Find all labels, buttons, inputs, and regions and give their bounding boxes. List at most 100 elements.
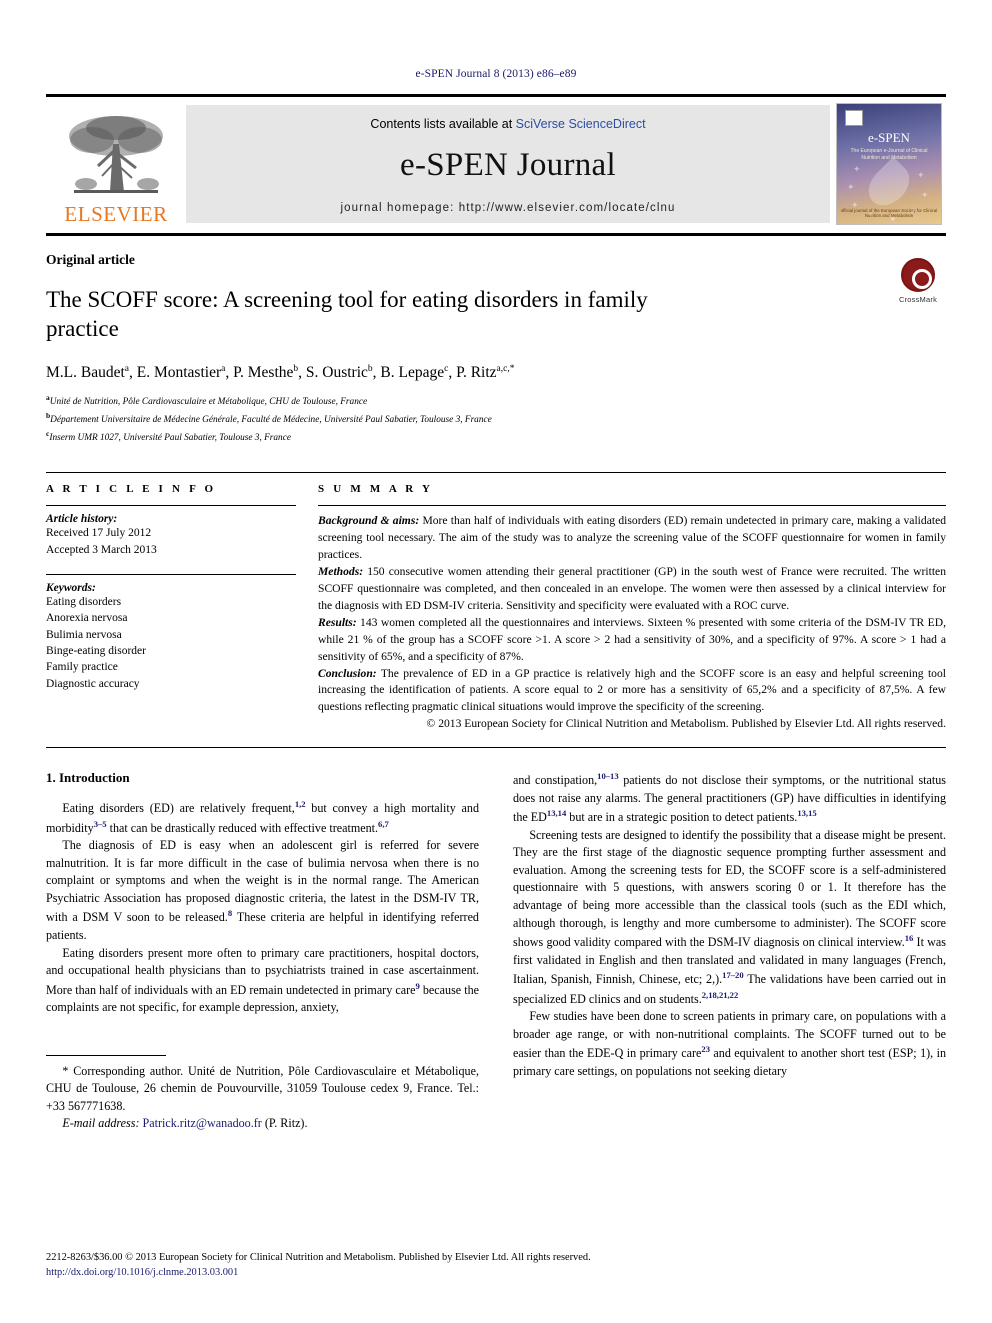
corresponding-author-footnote: * Corresponding author. Unité de Nutriti…: [46, 1054, 479, 1133]
page-footer: 2212-8263/$36.00 © 2013 European Society…: [46, 1250, 946, 1281]
cover-elsevier-mark-icon: [845, 110, 863, 126]
abstract-lead: Conclusion:: [318, 666, 377, 680]
abstract-text: The prevalence of ED in a GP practice is…: [318, 666, 946, 714]
email-suffix: (P. Ritz).: [261, 1116, 308, 1131]
journal-cover-thumbnail: e-SPEN The European e-Journal of Clinica…: [836, 103, 942, 225]
author-affiliation-mark: b: [293, 364, 299, 375]
body-paragraph: Eating disorders present more often to p…: [46, 945, 479, 1015]
author-item: B. Lepagec,: [380, 364, 457, 382]
citation-ref[interactable]: 8: [228, 908, 232, 918]
article-type-kicker: Original article: [46, 252, 135, 267]
keyword-item: Diagnostic accuracy: [46, 677, 140, 690]
author-affiliation-mark: b: [367, 364, 373, 375]
footnote-email-line: E-mail address: Patrick.ritz@wanadoo.fr …: [46, 1115, 479, 1133]
body-column-right: and constipation,10–13 patients do not d…: [513, 770, 946, 1133]
author-affiliation-mark: a: [221, 364, 226, 375]
summary-column: S U M M A R Y Background & aims: More th…: [318, 483, 946, 733]
author-item: P. Ritza,c,*: [456, 364, 515, 382]
author-item: M.L. Baudeta,: [46, 364, 137, 382]
journal-masthead: ELSEVIER Contents lists available at Sci…: [46, 94, 946, 236]
abstract-body: Background & aims: More than half of ind…: [318, 513, 946, 733]
journal-title: e-SPEN Journal: [400, 146, 616, 183]
author-item: P. Mestheb,: [233, 364, 306, 382]
cover-artwork: e-SPEN The European e-Journal of Clinica…: [837, 104, 941, 224]
article-body: 1. Introduction Eating disorders (ED) ar…: [46, 770, 946, 1133]
sciencedirect-link[interactable]: SciVerse ScienceDirect: [516, 117, 646, 131]
contents-prefix-text: Contents lists available at: [370, 116, 516, 131]
affiliation-text: Unité de Nutrition, Pôle Cardiovasculair…: [49, 397, 368, 408]
author-item: E. Montastiera,: [136, 364, 234, 382]
abstract-paragraph: Background & aims: More than half of ind…: [318, 513, 946, 564]
homepage-label: journal homepage:: [340, 201, 455, 214]
affiliation-text: Département Universitaire de Médecine Gé…: [50, 415, 492, 426]
keyword-item: Eating disorders: [46, 595, 122, 608]
citation-ref[interactable]: 13,15: [797, 808, 816, 818]
citation-ref[interactable]: 9: [415, 981, 419, 991]
abstract-text: 143 women completed all the questionnair…: [318, 615, 946, 663]
article-title: The SCOFF score: A screening tool for ea…: [46, 287, 648, 341]
elsevier-wordmark: ELSEVIER: [64, 202, 168, 226]
affiliation-list: aUnité de Nutrition, Pôle Cardiovasculai…: [46, 392, 946, 446]
keyword-item: Family practice: [46, 661, 118, 674]
article-history-item: Received 17 July 2012: [46, 527, 152, 540]
abstract-lead: Background & aims:: [318, 514, 420, 528]
body-paragraph: Screening tests are designed to identify…: [513, 827, 946, 1006]
issn-copyright-line: 2212-8263/$36.00 © 2013 European Society…: [46, 1251, 591, 1263]
article-info-rule: [46, 505, 296, 507]
body-column-left: 1. Introduction Eating disorders (ED) ar…: [46, 770, 479, 1133]
abstract-paragraph: Methods: 150 consecutive women attending…: [318, 564, 946, 615]
citation-ref[interactable]: 17–20: [722, 970, 743, 980]
affiliation-text: Inserm UMR 1027, Université Paul Sabatie…: [49, 433, 291, 444]
keywords-rule: [46, 573, 296, 575]
footnote-corresponding-text: * Corresponding author. Unité de Nutriti…: [46, 1063, 479, 1113]
crossmark-badge[interactable]: CrossMark: [890, 258, 946, 304]
affiliation-item: bDépartement Universitaire de Médecine G…: [46, 410, 946, 428]
body-paragraph: Eating disorders (ED) are relatively fre…: [46, 799, 479, 835]
abstract-lead: Methods:: [318, 564, 364, 578]
affiliation-item: aUnité de Nutrition, Pôle Cardiovasculai…: [46, 392, 946, 410]
summary-heading: S U M M A R Y: [318, 483, 434, 496]
abstract-copyright: © 2013 European Society for Clinical Nut…: [318, 716, 947, 733]
cover-title: e-SPEN: [868, 130, 910, 145]
section-heading-introduction: 1. Introduction: [46, 770, 130, 786]
keyword-item: Anorexia nervosa: [46, 612, 128, 625]
citation-ref[interactable]: 3–5: [94, 819, 107, 829]
citation-ref[interactable]: 10–13: [597, 771, 618, 781]
keywords-title: Keywords:: [46, 581, 96, 594]
email-label: E-mail address:: [62, 1116, 140, 1131]
elsevier-logo: ELSEVIER: [46, 97, 186, 233]
keyword-item: Bulimia nervosa: [46, 628, 122, 641]
abstract-copyright-text: © 2013 European Society for Clinical Nut…: [426, 717, 947, 731]
citation-ref[interactable]: 16: [905, 933, 914, 943]
article-history-item: Accepted 3 March 2013: [46, 543, 157, 556]
abstract-paragraph: Results: 143 women completed all the que…: [318, 615, 946, 666]
citation-ref[interactable]: 6,7: [378, 819, 389, 829]
abstract-lead: Results:: [318, 615, 357, 629]
abstract-paragraph: Conclusion: The prevalence of ED in a GP…: [318, 666, 946, 717]
citation-ref[interactable]: 2,18,21,22: [702, 990, 739, 1000]
homepage-url[interactable]: http://www.elsevier.com/locate/clnu: [459, 202, 676, 214]
cover-footer-text: official journal of the European Society…: [840, 207, 938, 219]
abstract-text: 150 consecutive women attending their ge…: [318, 564, 946, 612]
doi-link[interactable]: http://dx.doi.org/10.1016/j.clnme.2013.0…: [46, 1265, 946, 1281]
article-header: Original article The SCOFF score: A scre…: [46, 252, 946, 446]
citation-ref[interactable]: 1,2: [295, 799, 306, 809]
footnote-rule: [46, 1054, 166, 1056]
article-info-summary-box: A R T I C L E I N F O Article history: R…: [46, 472, 946, 749]
author-affiliation-mark: a,c,*: [496, 364, 515, 375]
author-affiliation-mark: c: [444, 364, 449, 375]
crossmark-icon: [901, 258, 935, 292]
summary-rule: [318, 505, 946, 507]
article-info-column: A R T I C L E I N F O Article history: R…: [46, 483, 296, 733]
journal-banner: Contents lists available at SciVerse Sci…: [186, 105, 830, 223]
citation-ref[interactable]: 23: [701, 1044, 710, 1054]
keywords-block: Keywords: Eating disorders Anorexia nerv…: [46, 573, 296, 692]
elsevier-tree-icon: [69, 116, 163, 193]
citation-ref[interactable]: 13,14: [547, 808, 566, 818]
article-history-title: Article history:: [46, 513, 118, 526]
email-link[interactable]: Patrick.ritz@wanadoo.fr: [143, 1116, 262, 1130]
journal-homepage-line: journal homepage: http://www.elsevier.co…: [340, 202, 675, 214]
contents-available-line: Contents lists available at SciVerse Sci…: [370, 117, 645, 131]
author-list: M.L. Baudeta, E. Montastiera, P. Mestheb…: [46, 363, 946, 384]
crossmark-label: CrossMark: [898, 295, 938, 304]
